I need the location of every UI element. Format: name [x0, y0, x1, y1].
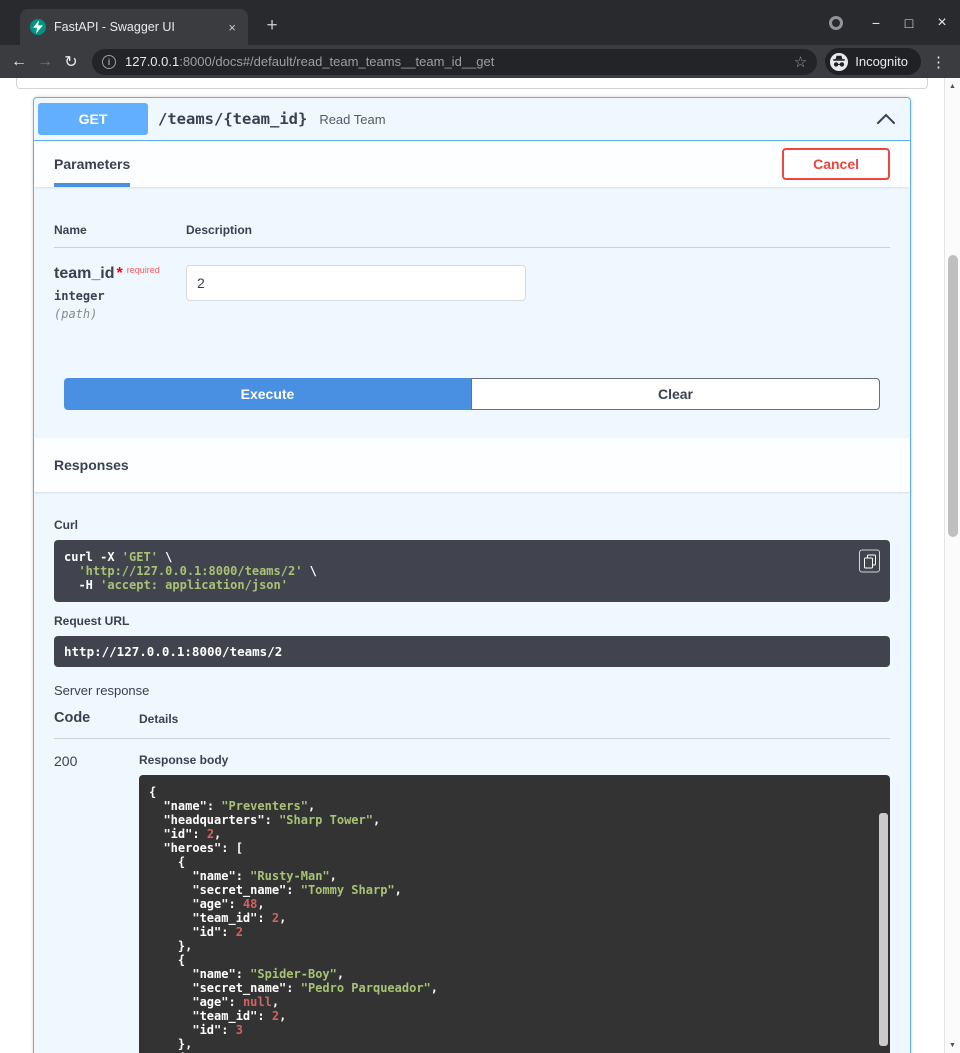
responses-section-header: Responses	[34, 438, 910, 492]
operation-header[interactable]: GET /teams/{team_id} Read Team	[34, 98, 910, 141]
curl-command: curl -X 'GET' \ 'http://127.0.0.1:8000/t…	[54, 540, 890, 602]
incognito-icon	[830, 53, 848, 71]
response-row: 200 Response body { "name": "Preventers"…	[54, 739, 890, 1053]
cancel-button[interactable]: Cancel	[782, 148, 890, 180]
previous-section-bottom-edge	[16, 78, 928, 89]
response-body-label: Response body	[139, 753, 890, 767]
new-tab-button[interactable]: +	[260, 15, 284, 37]
responses-title: Responses	[54, 457, 129, 473]
swagger-page: GET /teams/{team_id} Read Team Parameter…	[0, 78, 944, 1053]
execute-row: Execute Clear	[64, 378, 880, 410]
parameter-row: team_id*required integer (path)	[54, 248, 890, 321]
site-info-icon[interactable]: i	[102, 55, 116, 69]
parameters-table: Name Description team_id*required intege…	[34, 187, 910, 410]
bookmark-star-icon[interactable]: ☆	[794, 53, 807, 71]
server-response-label: Server response	[54, 683, 890, 698]
copy-icon	[864, 554, 876, 568]
url-host: 127.0.0.1	[125, 54, 179, 69]
browser-titlebar: FastAPI - Swagger UI × + − □ ×	[0, 0, 960, 45]
clear-button[interactable]: Clear	[471, 378, 880, 410]
request-url-label: Request URL	[54, 614, 890, 628]
window-close-button[interactable]: ×	[934, 14, 950, 32]
page-scrollbar: ▲ ▼	[944, 78, 960, 1053]
status-code: 200	[54, 753, 139, 1053]
back-icon[interactable]: ←	[6, 49, 32, 75]
incognito-label: Incognito	[855, 54, 908, 69]
team-id-input[interactable]	[186, 265, 526, 301]
scrollbar-thumb[interactable]	[948, 255, 958, 537]
parameters-table-header: Name Description	[54, 187, 890, 248]
request-url-value: http://127.0.0.1:8000/teams/2	[54, 636, 890, 667]
collapse-chevron-icon[interactable]	[876, 113, 896, 125]
incognito-badge: Incognito	[825, 48, 921, 75]
reload-icon[interactable]: ↻	[58, 49, 84, 75]
window-minimize-button[interactable]: −	[868, 15, 884, 31]
browser-tab[interactable]: FastAPI - Swagger UI ×	[20, 9, 248, 45]
code-column-header: Code	[54, 710, 139, 726]
scrollbar-down-icon[interactable]: ▼	[945, 1037, 960, 1053]
column-name-header: Name	[54, 223, 186, 237]
browser-menu-icon[interactable]: ⋮	[931, 53, 946, 71]
tab-close-icon[interactable]: ×	[224, 19, 240, 36]
curl-label: Curl	[54, 518, 890, 532]
required-label: required	[127, 265, 160, 275]
method-badge: GET	[38, 103, 148, 135]
required-asterisk: *	[116, 265, 122, 282]
tab-title: FastAPI - Swagger UI	[54, 20, 216, 34]
parameter-name: team_id*required	[54, 265, 186, 283]
profile-status-icon	[829, 16, 843, 30]
browser-toolbar: ← → ↻ i 127.0.0.1:8000/docs#/default/rea…	[0, 45, 960, 78]
address-bar[interactable]: i 127.0.0.1:8000/docs#/default/read_team…	[92, 49, 817, 75]
response-body-scrollbar-thumb[interactable]	[879, 813, 888, 1046]
tab-parameters: Parameters	[54, 141, 130, 187]
details-column-header: Details	[139, 712, 178, 726]
url-path: :8000/docs#/default/read_team_teams__tea…	[179, 54, 494, 69]
response-table-header: Code Details	[54, 710, 890, 739]
operation-path: /teams/{team_id}	[158, 110, 307, 128]
parameters-section-header: Parameters Cancel	[34, 141, 910, 187]
response-body-code: { "name": "Preventers", "headquarters": …	[139, 775, 890, 1053]
parameter-location: (path)	[54, 307, 186, 321]
scrollbar-up-icon[interactable]: ▲	[945, 78, 960, 94]
window-maximize-button[interactable]: □	[901, 15, 917, 31]
opblock-get-read-team: GET /teams/{team_id} Read Team Parameter…	[33, 97, 911, 1053]
forward-icon[interactable]: →	[32, 49, 58, 75]
copy-curl-button[interactable]	[859, 550, 880, 573]
execute-button[interactable]: Execute	[64, 378, 471, 410]
operation-summary: Read Team	[319, 112, 876, 127]
responses-body: Curl curl -X 'GET' \ 'http://127.0.0.1:8…	[34, 492, 910, 1053]
parameter-type: integer	[54, 289, 186, 303]
column-description-header: Description	[186, 223, 252, 237]
url-text: 127.0.0.1:8000/docs#/default/read_team_t…	[125, 54, 786, 69]
fastapi-favicon-icon	[30, 19, 46, 35]
